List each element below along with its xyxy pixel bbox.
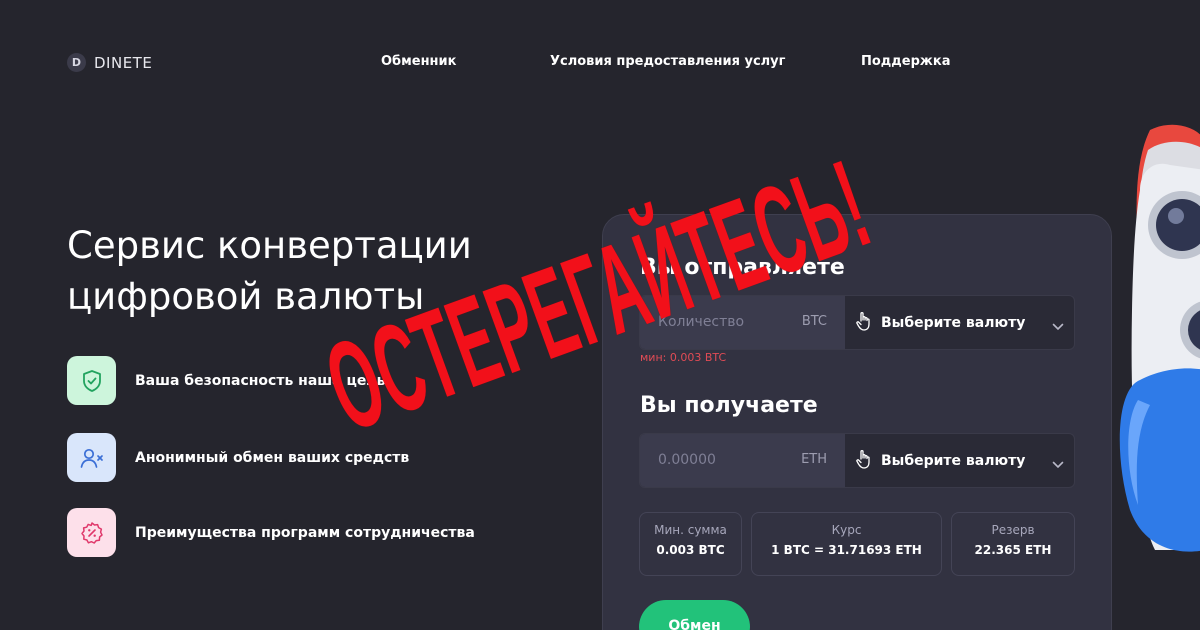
feature-label: Преимущества программ сотрудничества: [135, 524, 475, 541]
stat-label: Мин. сумма: [654, 523, 727, 537]
rocket-illustration: [1110, 110, 1200, 570]
nav-link-terms[interactable]: Условия предоставления услуг: [550, 54, 785, 69]
send-select-label: Выберите валюту: [881, 314, 1026, 331]
percent-badge-icon: [67, 508, 116, 557]
exchange-button[interactable]: Обмен: [639, 600, 750, 630]
stat-value: 22.365 ETH: [974, 543, 1052, 557]
main-nav: Обменник Условия предоставления услуг По…: [0, 54, 1200, 74]
stat-label: Курс: [831, 523, 862, 537]
stat-value: 1 BTC = 31.71693 ETH: [771, 543, 922, 557]
pointer-hand-icon: [855, 310, 875, 336]
send-currency-code: BTC: [801, 314, 827, 329]
receive-currency-select[interactable]: Выберите валюту: [845, 434, 1074, 487]
shield-check-icon: [67, 356, 116, 405]
stat-rate: Курс 1 BTC = 31.71693 ETH: [751, 512, 942, 576]
stat-value: 0.003 BTC: [656, 543, 725, 557]
send-currency-select[interactable]: Выберите валюту: [845, 296, 1074, 349]
receive-select-label: Выберите валюту: [881, 452, 1026, 469]
receive-row: 0.00000 ETH Выберите валюту: [639, 433, 1075, 488]
nav-link-exchanger[interactable]: Обменник: [381, 54, 456, 69]
receive-heading: Вы получаете: [640, 393, 818, 418]
stat-reserve: Резерв 22.365 ETH: [951, 512, 1075, 576]
receive-amount-field[interactable]: 0.00000 ETH: [640, 434, 845, 487]
stat-label: Резерв: [991, 523, 1035, 537]
nav-link-support[interactable]: Поддержка: [861, 54, 950, 69]
pointer-hand-icon: [855, 448, 875, 474]
feature-item: Анонимный обмен ваших средств: [67, 433, 547, 482]
stat-min-sum: Мин. сумма 0.003 BTC: [639, 512, 742, 576]
chevron-down-icon: [1052, 316, 1064, 335]
min-amount-note: мин: 0.003 BTC: [640, 351, 727, 364]
receive-currency-code: ETH: [801, 452, 827, 467]
user-anonymous-icon: [67, 433, 116, 482]
receive-amount-value: 0.00000: [658, 452, 716, 468]
chevron-down-icon: [1052, 454, 1064, 473]
feature-item: Преимущества программ сотрудничества: [67, 508, 547, 557]
